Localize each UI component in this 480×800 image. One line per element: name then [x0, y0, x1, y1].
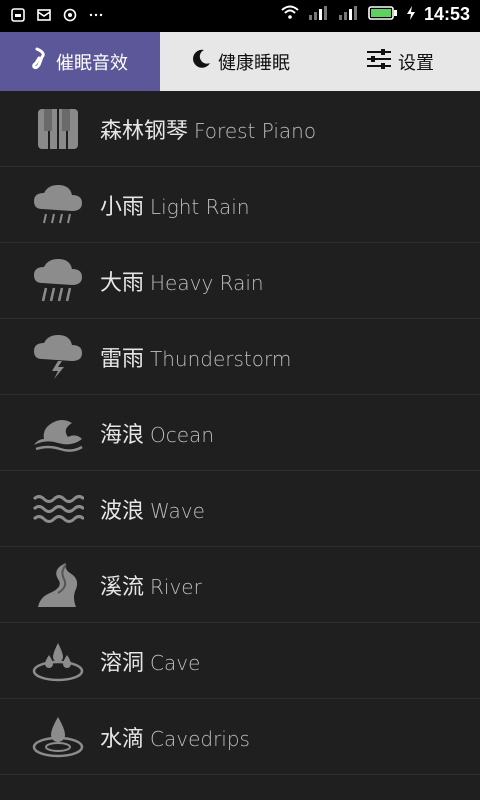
- item-title-en: Ocean: [150, 422, 214, 447]
- light-rain-icon: [30, 177, 86, 233]
- item-title-en: River: [150, 574, 202, 599]
- tab-bar: 催眠音效 健康睡眠 设置: [0, 32, 480, 91]
- tab-healthy-sleep-label: 健康睡眠: [218, 52, 290, 74]
- list-item-cavedrips[interactable]: 水滴 Cavedrips: [0, 699, 480, 775]
- item-title-cn: 大雨: [100, 270, 145, 296]
- item-title-cn: 森林钢琴: [100, 118, 189, 144]
- cavedrips-icon: [30, 709, 86, 765]
- list-item-heavy-rain[interactable]: 大雨 Heavy Rain: [0, 243, 480, 319]
- item-title-cn: 小雨: [100, 194, 145, 220]
- piano-icon: [30, 101, 86, 157]
- list-item-river[interactable]: 溪流 River: [0, 547, 480, 623]
- item-title-en: Cave: [150, 650, 201, 675]
- item-title-cn: 海浪: [100, 422, 145, 448]
- mail-icon: [36, 7, 52, 23]
- list-item-cave[interactable]: 溶洞 Cave: [0, 623, 480, 699]
- tab-sleep-sound-label: 催眠音效: [56, 52, 128, 74]
- item-title-en: Forest Piano: [194, 118, 317, 143]
- wifi-icon: [280, 5, 300, 25]
- list-item-thunderstorm[interactable]: 雷雨 Thunderstorm: [0, 319, 480, 395]
- list-item-wave[interactable]: 波浪 Wave: [0, 471, 480, 547]
- cave-icon: [30, 633, 86, 689]
- wave-icon: [30, 481, 86, 537]
- status-time: 14:53: [423, 4, 470, 24]
- item-title-en: Cavedrips: [150, 726, 250, 751]
- battery-icon: [368, 5, 398, 25]
- item-title-cn: 溪流: [100, 574, 145, 600]
- tab-sleep-sound[interactable]: 催眠音效: [0, 32, 160, 91]
- signal-icon: [308, 5, 330, 25]
- tab-settings-label: 设置: [398, 52, 434, 74]
- list-item-forest-piano[interactable]: 森林钢琴 Forest Piano: [0, 91, 480, 167]
- more-icon: [88, 7, 104, 23]
- music-note-icon: [32, 47, 50, 76]
- item-title-en: Wave: [150, 498, 205, 523]
- signal-2-icon: [338, 5, 360, 25]
- heavy-rain-icon: [30, 253, 86, 309]
- settings-icon: [62, 7, 78, 23]
- thunderstorm-icon: [30, 329, 86, 385]
- clipboard-icon: [10, 7, 26, 23]
- list-item-light-rain[interactable]: 小雨 Light Rain: [0, 167, 480, 243]
- item-title-en: Heavy Rain: [150, 270, 264, 295]
- moon-icon: [190, 48, 212, 75]
- item-title-cn: 雷雨: [100, 346, 145, 372]
- item-title-en: Thunderstorm: [150, 346, 292, 371]
- tab-settings[interactable]: 设置: [320, 32, 480, 91]
- sliders-icon: [366, 48, 392, 75]
- item-title-cn: 水滴: [100, 726, 145, 752]
- ocean-icon: [30, 405, 86, 461]
- status-bar: 14:53: [0, 0, 480, 32]
- list-item-ocean[interactable]: 海浪 Ocean: [0, 395, 480, 471]
- river-icon: [30, 557, 86, 613]
- sound-list: 森林钢琴 Forest Piano 小雨 Light Rain 大雨 Heavy…: [0, 91, 480, 800]
- tab-healthy-sleep[interactable]: 健康睡眠: [160, 32, 320, 91]
- charging-icon: [406, 5, 416, 25]
- item-title-cn: 溶洞: [100, 650, 145, 676]
- item-title-en: Light Rain: [150, 194, 250, 219]
- item-title-cn: 波浪: [100, 498, 145, 524]
